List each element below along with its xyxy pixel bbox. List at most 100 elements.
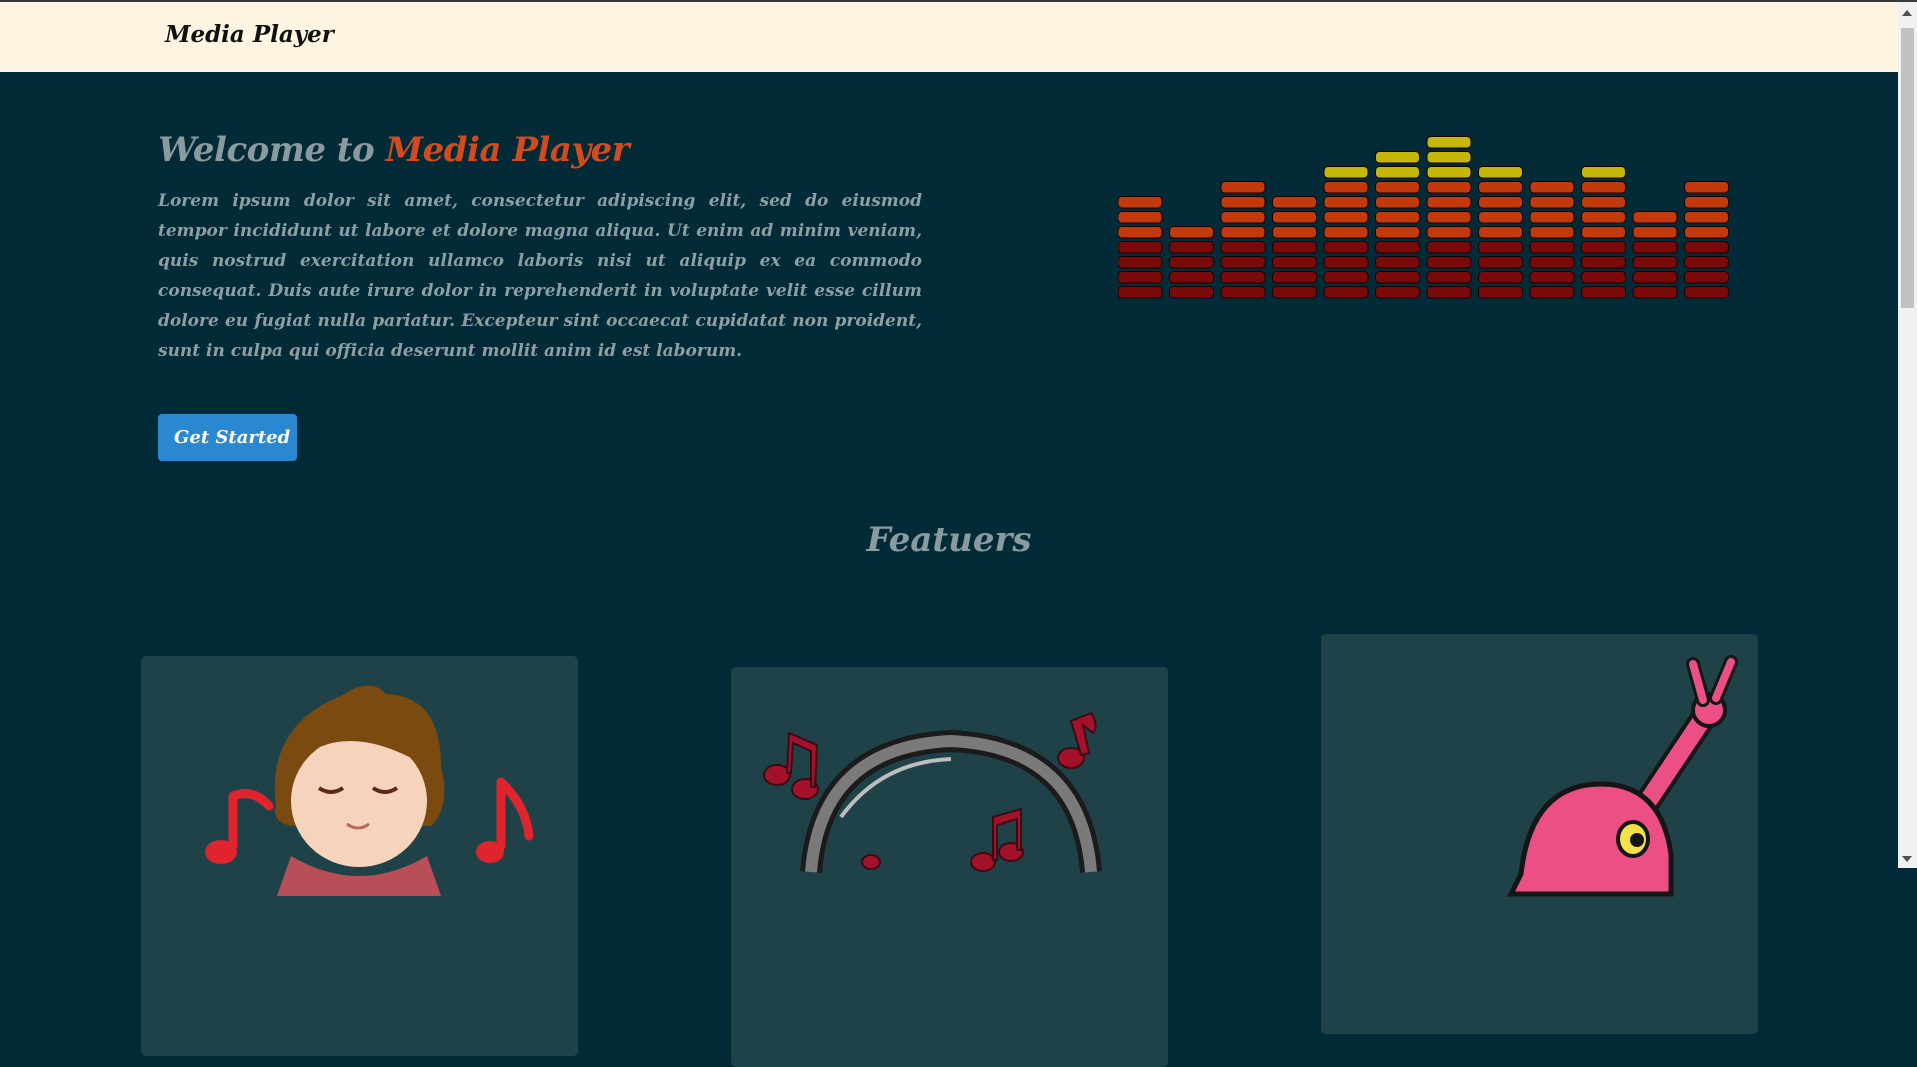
navbar: Media Player [0, 2, 1898, 72]
equalizer-segment [1684, 181, 1729, 194]
equalizer-segment [1529, 241, 1575, 254]
equalizer-segment [1426, 136, 1472, 149]
equalizer-segment [1684, 241, 1729, 254]
equalizer-segment [1375, 166, 1420, 179]
equalizer-segment [1220, 211, 1266, 224]
scroll-down-arrow-icon[interactable] [1902, 856, 1912, 862]
equalizer-segment [1581, 256, 1626, 269]
equalizer-segment [1632, 241, 1678, 254]
equalizer-segment [1169, 226, 1214, 239]
equalizer-segment [1529, 271, 1575, 284]
equalizer-segment [1375, 211, 1420, 224]
equalizer-segment [1684, 256, 1729, 269]
feature-card-2 [731, 667, 1168, 1067]
equalizer-segment [1323, 181, 1369, 194]
equalizer-segment [1169, 256, 1214, 269]
equalizer-segment [1220, 241, 1266, 254]
equalizer-segment [1323, 286, 1369, 299]
equalizer-segment [1118, 211, 1163, 224]
equalizer-segment [1169, 241, 1214, 254]
equalizer-segment [1323, 241, 1369, 254]
equalizer-segment [1632, 211, 1678, 224]
equalizer-segment [1272, 211, 1317, 224]
features-heading: Featuers [866, 520, 1032, 560]
equalizer-segment [1632, 256, 1678, 269]
equalizer-segment [1272, 241, 1317, 254]
equalizer-segment [1529, 196, 1575, 209]
equalizer-segment [1118, 196, 1163, 209]
equalizer-segment [1220, 196, 1266, 209]
equalizer-segment [1426, 151, 1472, 164]
equalizer-segment [1272, 256, 1317, 269]
equalizer-segment [1529, 181, 1575, 194]
hero-paragraph: Lorem ipsum dolor sit amet, consectetur … [158, 191, 922, 361]
equalizer-segment [1375, 271, 1420, 284]
equalizer-segment [1118, 241, 1163, 254]
equalizer-segment [1426, 226, 1472, 239]
equalizer-segment [1426, 241, 1472, 254]
page-scrollbar[interactable] [1898, 2, 1917, 868]
equalizer-segment [1581, 241, 1626, 254]
equalizer-segment [1478, 166, 1523, 179]
equalizer-segment [1684, 286, 1729, 299]
equalizer-segment [1684, 226, 1729, 239]
scrollbar-thumb[interactable] [1901, 28, 1914, 308]
equalizer-segment [1272, 196, 1317, 209]
equalizer-segment [1118, 226, 1163, 239]
hero-title-prefix: Welcome to [158, 130, 375, 170]
equalizer-segment [1478, 271, 1523, 284]
equalizer-segment [1684, 211, 1729, 224]
equalizer-segment [1323, 226, 1369, 239]
equalizer-segment [1684, 196, 1729, 209]
equalizer-segment [1478, 256, 1523, 269]
equalizer-segment [1118, 286, 1163, 299]
equalizer-segment [1375, 196, 1420, 209]
equalizer-segment [1529, 256, 1575, 269]
scroll-up-arrow-icon[interactable] [1902, 10, 1912, 16]
equalizer-segment [1323, 166, 1369, 179]
equalizer-segment [1581, 181, 1626, 194]
equalizer-segment [1272, 286, 1317, 299]
equalizer-segment [1478, 211, 1523, 224]
equalizer-segment [1478, 226, 1523, 239]
equalizer-segment [1169, 286, 1214, 299]
equalizer-segment [1426, 271, 1472, 284]
equalizer-segment [1632, 286, 1678, 299]
feature-card-1 [141, 656, 578, 1056]
equalizer-segment [1581, 166, 1626, 179]
equalizer-segment [1426, 196, 1472, 209]
equalizer-segment [1581, 226, 1626, 239]
equalizer-segment [1375, 226, 1420, 239]
equalizer-segment [1426, 211, 1472, 224]
headphones-music-notes-illustration [763, 711, 1102, 873]
equalizer-segment [1220, 256, 1266, 269]
equalizer-segment [1478, 196, 1523, 209]
equalizer-segment [1272, 271, 1317, 284]
equalizer-segment [1220, 271, 1266, 284]
equalizer-segment [1426, 286, 1472, 299]
equalizer-segment [1529, 211, 1575, 224]
equalizer-segment [1220, 286, 1266, 299]
equalizer-segment [1220, 181, 1266, 194]
get-started-button[interactable]: Get Started [158, 414, 297, 461]
equalizer-segment [1323, 196, 1369, 209]
equalizer-segment [1632, 271, 1678, 284]
equalizer-segment [1581, 196, 1626, 209]
feature-card-3 [1321, 634, 1758, 1034]
equalizer-segment [1169, 271, 1214, 284]
equalizer-segment [1478, 286, 1523, 299]
equalizer-segment [1529, 226, 1575, 239]
equalizer-segment [1375, 256, 1420, 269]
equalizer-segment [1426, 181, 1472, 194]
hero-title-accent: Media Player [385, 130, 630, 170]
pink-character-peace-sign-illustration [1506, 655, 1738, 897]
equalizer-segment [1323, 211, 1369, 224]
equalizer-segment [1220, 226, 1266, 239]
equalizer-segment [1118, 271, 1163, 284]
brand-logo-text[interactable]: Media Player [165, 21, 334, 48]
equalizer-segment [1529, 286, 1575, 299]
equalizer-segment [1323, 256, 1369, 269]
equalizer-segment [1426, 256, 1472, 269]
equalizer-segment [1118, 256, 1163, 269]
boy-listening-music-illustration [205, 685, 534, 896]
